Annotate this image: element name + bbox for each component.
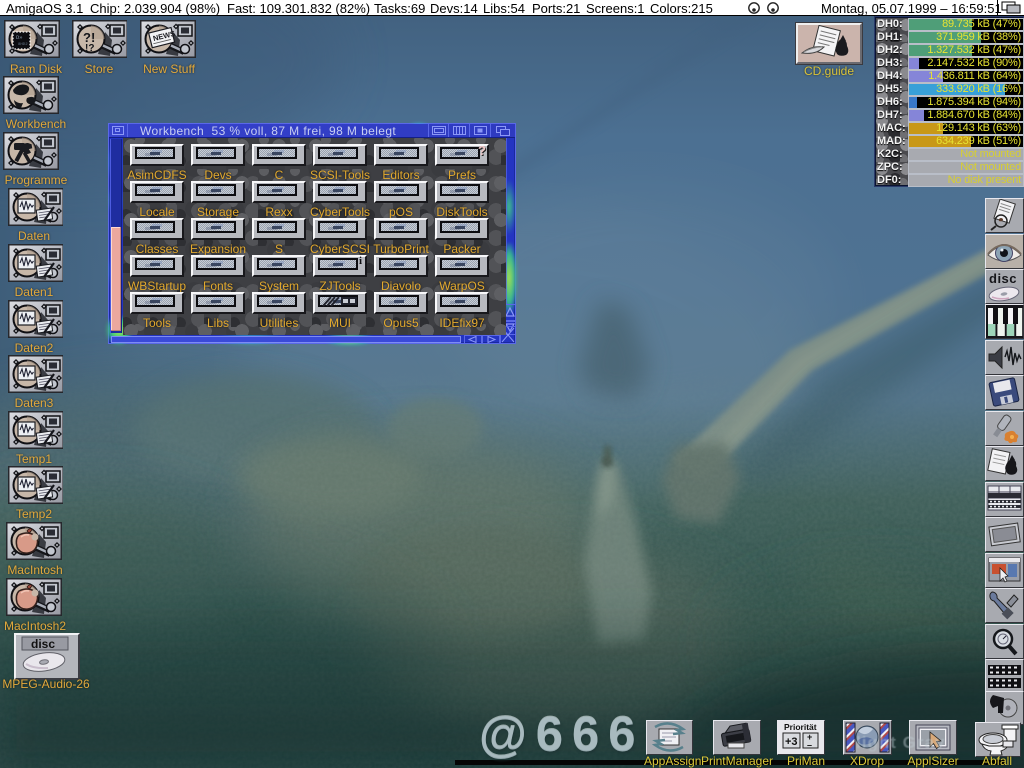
svg-text:D»: D»: [16, 34, 23, 41]
svg-text:8HD2: 8HD2: [18, 43, 28, 47]
svg-text:disc: disc: [989, 271, 1017, 286]
svg-text:disc: disc: [31, 637, 55, 651]
svg-text:+3: +3: [785, 736, 798, 748]
svg-text:–: –: [807, 740, 812, 750]
svg-text:!?: !?: [85, 43, 94, 54]
svg-text:Priorität: Priorität: [784, 722, 817, 732]
